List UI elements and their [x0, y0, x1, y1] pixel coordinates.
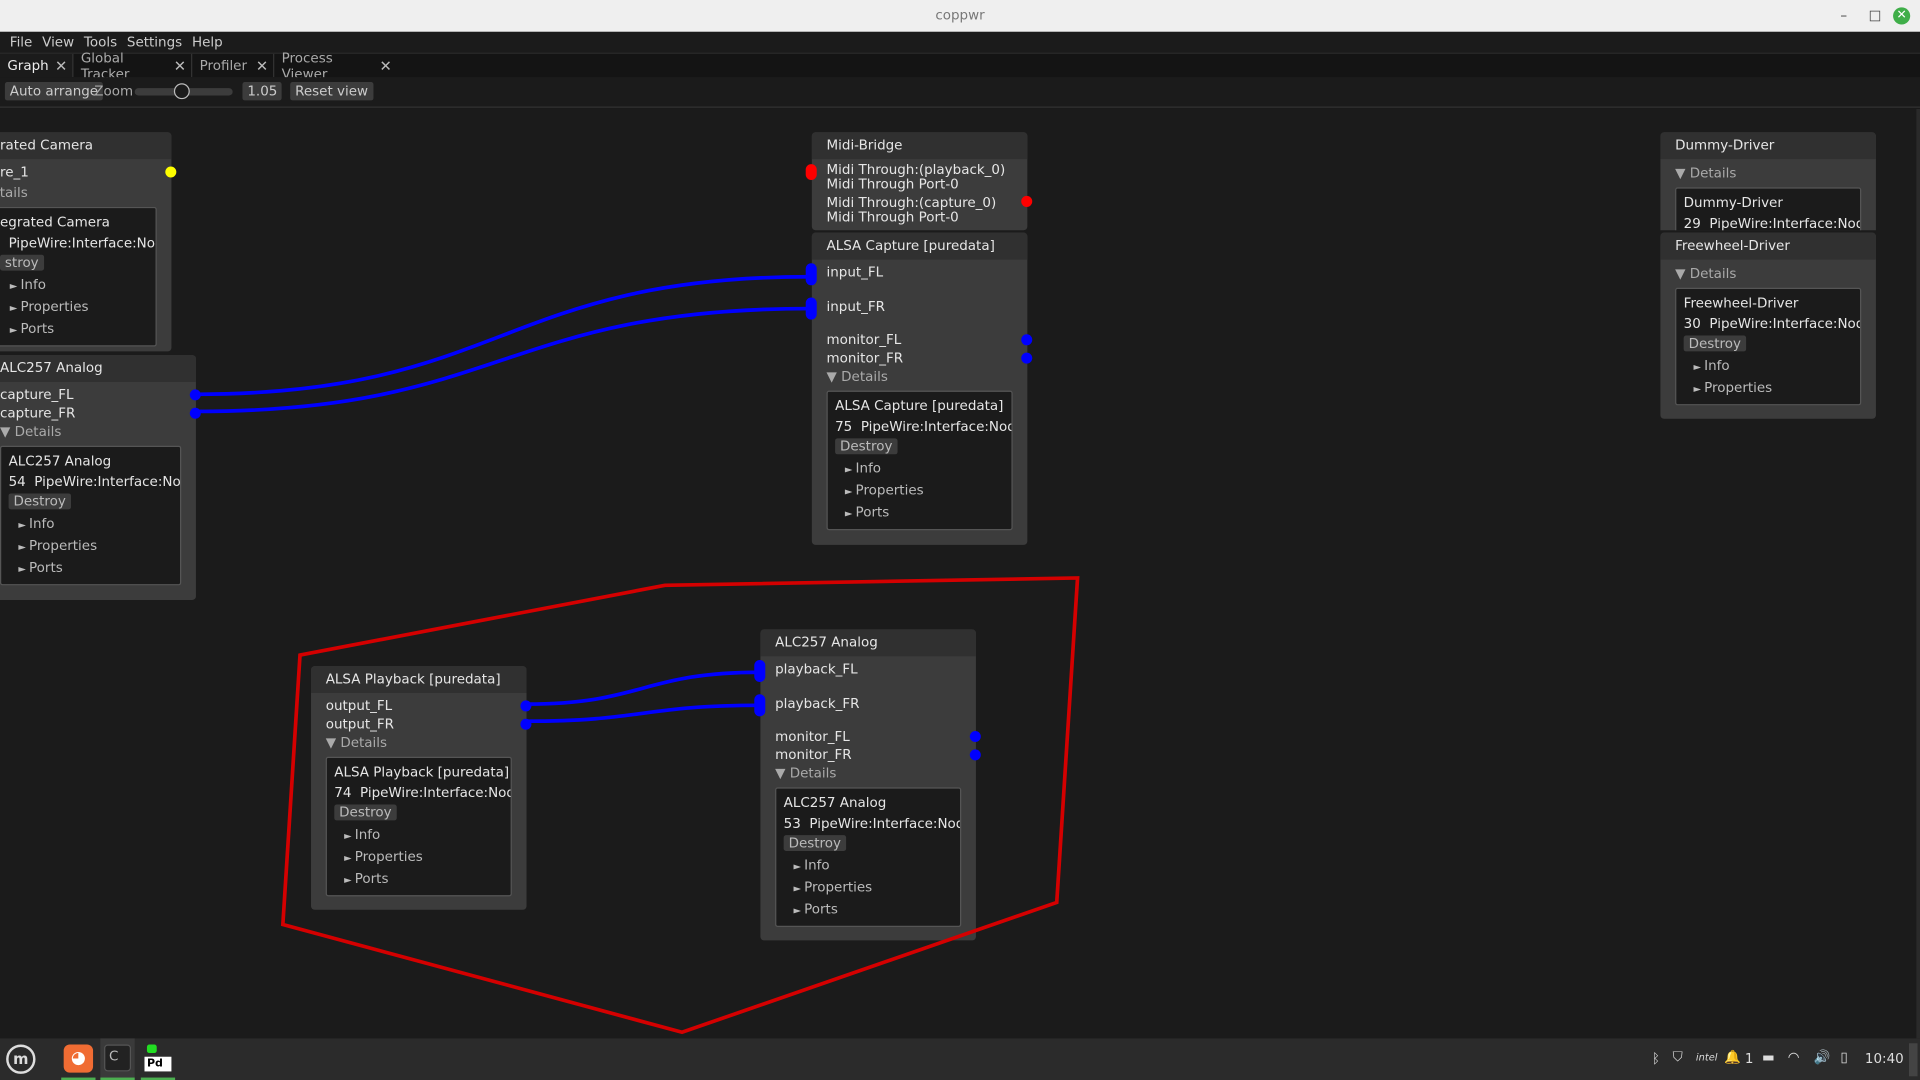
coppwr-icon: C: [104, 1044, 132, 1072]
coppwr-taskbar-button[interactable]: C: [100, 1038, 135, 1080]
notifications-icon[interactable]: 🔔: [1724, 1049, 1741, 1065]
show-desktop-button[interactable]: [1908, 1043, 1918, 1077]
taskbar: m ◕ C Pd ᛒ ⛉ intel 🔔 1 ▬ ◠ 🔊 ▯ 10:40: [0, 1038, 1920, 1080]
puredata-icon: Pd: [144, 1056, 172, 1072]
notifications-count: 1: [1744, 1050, 1754, 1067]
link-wire: [526, 670, 761, 706]
intel-graphics-icon[interactable]: intel: [1696, 1052, 1718, 1063]
link-wire: [195, 274, 811, 397]
firefox-taskbar-button[interactable]: ◕: [61, 1038, 96, 1080]
shield-update-icon[interactable]: ⛉: [1673, 1049, 1683, 1066]
clock[interactable]: 10:40: [1865, 1051, 1904, 1067]
linux-mint-menu-icon[interactable]: m: [6, 1044, 36, 1074]
volume-icon[interactable]: 🔊: [1813, 1049, 1830, 1065]
link-wire: [526, 703, 761, 724]
firefox-icon: ◕: [63, 1044, 94, 1073]
link-wire: [195, 306, 811, 414]
wifi-icon[interactable]: ◠: [1788, 1049, 1800, 1065]
puredata-icon-badge: [146, 1044, 157, 1054]
printer-icon[interactable]: ▬: [1762, 1049, 1775, 1065]
annotation-outline: [280, 576, 1080, 1035]
graph-overlay: [195, 274, 1080, 1035]
bluetooth-icon[interactable]: ᛒ: [1652, 1051, 1660, 1067]
puredata-taskbar-button[interactable]: Pd: [140, 1038, 176, 1080]
battery-icon[interactable]: ▯: [1840, 1049, 1847, 1065]
